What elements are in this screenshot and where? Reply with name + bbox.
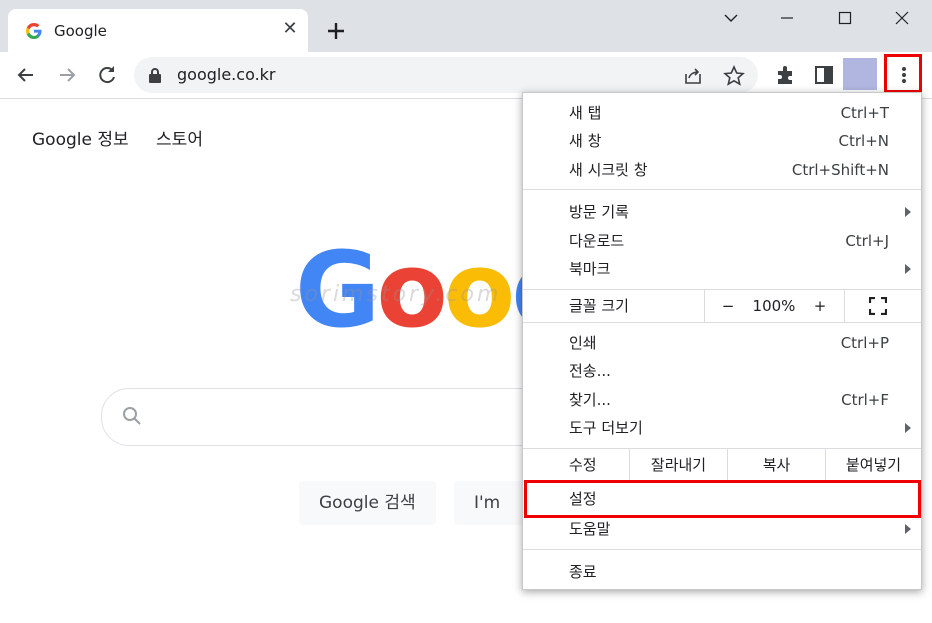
menu-item-new-window[interactable]: 새 창 Ctrl+N (523, 127, 921, 155)
zoom-level: 100% (752, 297, 796, 315)
tab-strip: Google ✕ (0, 0, 932, 52)
settings-highlight-box (524, 480, 921, 518)
about-google-link[interactable]: Google 정보 (32, 130, 129, 150)
menu-item-downloads[interactable]: 다운로드 Ctrl+J (523, 227, 921, 255)
tab-title: Google (54, 22, 107, 40)
menu-divider (523, 549, 921, 550)
google-top-links: Google 정보 스토어 (32, 125, 225, 150)
zoom-in-button[interactable]: + (797, 290, 843, 322)
menu-label: 북마크 (569, 260, 611, 278)
profile-avatar[interactable] (843, 58, 877, 90)
edit-label: 수정 (569, 456, 597, 474)
paste-button[interactable]: 붙여넣기 (826, 449, 921, 481)
menu-item-new-tab[interactable]: 새 탭 Ctrl+T (523, 99, 921, 127)
lock-icon[interactable] (148, 67, 162, 83)
menu-zoom-row: 글꼴 크기 − 100% + (523, 290, 921, 322)
menu-item-print[interactable]: 인쇄 Ctrl+P (523, 329, 921, 357)
menu-shortcut: Ctrl+P (840, 334, 889, 352)
tab-close-icon[interactable]: ✕ (280, 19, 300, 39)
menu-item-cast[interactable]: 전송... (523, 357, 921, 385)
menu-shortcut: Ctrl+F (841, 391, 889, 409)
zoom-out-button[interactable]: − (705, 290, 751, 322)
kebab-highlight-box (884, 54, 922, 93)
menu-cell-divider (844, 290, 845, 322)
menu-label: 방문 기록 (569, 203, 629, 221)
menu-label: 인쇄 (569, 334, 597, 352)
tab-google[interactable]: Google ✕ (8, 9, 308, 52)
menu-label: 도구 더보기 (569, 419, 643, 437)
chevron-down-icon[interactable] (716, 6, 746, 30)
maximize-icon[interactable] (830, 6, 860, 30)
menu-divider (523, 189, 921, 190)
menu-label: 전송... (569, 362, 611, 380)
submenu-arrow-icon (905, 264, 911, 274)
back-arrow-icon[interactable] (13, 62, 39, 88)
menu-label: 새 창 (569, 132, 602, 150)
google-favicon-icon (26, 23, 42, 39)
menu-item-bookmarks[interactable]: 북마크 (523, 255, 921, 283)
menu-item-help[interactable]: 도움말 (523, 515, 921, 543)
store-link[interactable]: 스토어 (156, 130, 203, 150)
fullscreen-icon[interactable] (869, 297, 887, 315)
menu-shortcut: Ctrl+T (840, 104, 889, 122)
menu-item-incognito[interactable]: 새 시크릿 창 Ctrl+Shift+N (523, 156, 921, 184)
google-search-button[interactable]: Google 검색 (299, 481, 436, 525)
extensions-puzzle-icon[interactable] (773, 62, 799, 88)
feeling-lucky-button[interactable]: I'm Fe (454, 481, 524, 525)
share-icon[interactable] (682, 65, 704, 87)
menu-divider (523, 322, 921, 323)
url-text: google.co.kr (177, 65, 276, 84)
menu-item-more-tools[interactable]: 도구 더보기 (523, 414, 921, 442)
submenu-arrow-icon (905, 207, 911, 217)
minimize-icon[interactable] (772, 6, 802, 30)
menu-label: 종료 (569, 563, 597, 581)
menu-label: 찾기... (569, 391, 611, 409)
menu-item-find[interactable]: 찾기... Ctrl+F (523, 386, 921, 414)
reload-icon[interactable] (94, 62, 120, 88)
menu-edit-row: 수정 잘라내기 복사 붙여넣기 (523, 449, 921, 481)
zoom-label: 글꼴 크기 (569, 297, 629, 315)
watermark: sorimstory.com (290, 282, 502, 307)
search-icon (123, 407, 141, 425)
menu-label: 도움말 (569, 520, 611, 538)
cut-button[interactable]: 잘라내기 (630, 449, 727, 481)
forward-arrow-icon[interactable] (54, 62, 80, 88)
submenu-arrow-icon (905, 524, 911, 534)
new-tab-plus-icon[interactable] (322, 17, 350, 45)
address-bar[interactable]: google.co.kr (134, 57, 758, 93)
menu-shortcut: Ctrl+J (845, 232, 889, 250)
menu-item-history[interactable]: 방문 기록 (523, 198, 921, 226)
menu-shortcut: Ctrl+N (838, 132, 889, 150)
copy-button[interactable]: 복사 (728, 449, 825, 481)
menu-label: 새 시크릿 창 (569, 161, 648, 179)
menu-label: 새 탭 (569, 104, 602, 122)
menu-label: 다운로드 (569, 232, 625, 250)
submenu-arrow-icon (905, 423, 911, 433)
menu-item-exit[interactable]: 종료 (523, 558, 921, 586)
side-panel-icon[interactable] (811, 62, 837, 88)
menu-shortcut: Ctrl+Shift+N (791, 161, 889, 179)
close-window-icon[interactable] (887, 6, 917, 30)
bookmark-star-icon[interactable] (723, 65, 745, 87)
